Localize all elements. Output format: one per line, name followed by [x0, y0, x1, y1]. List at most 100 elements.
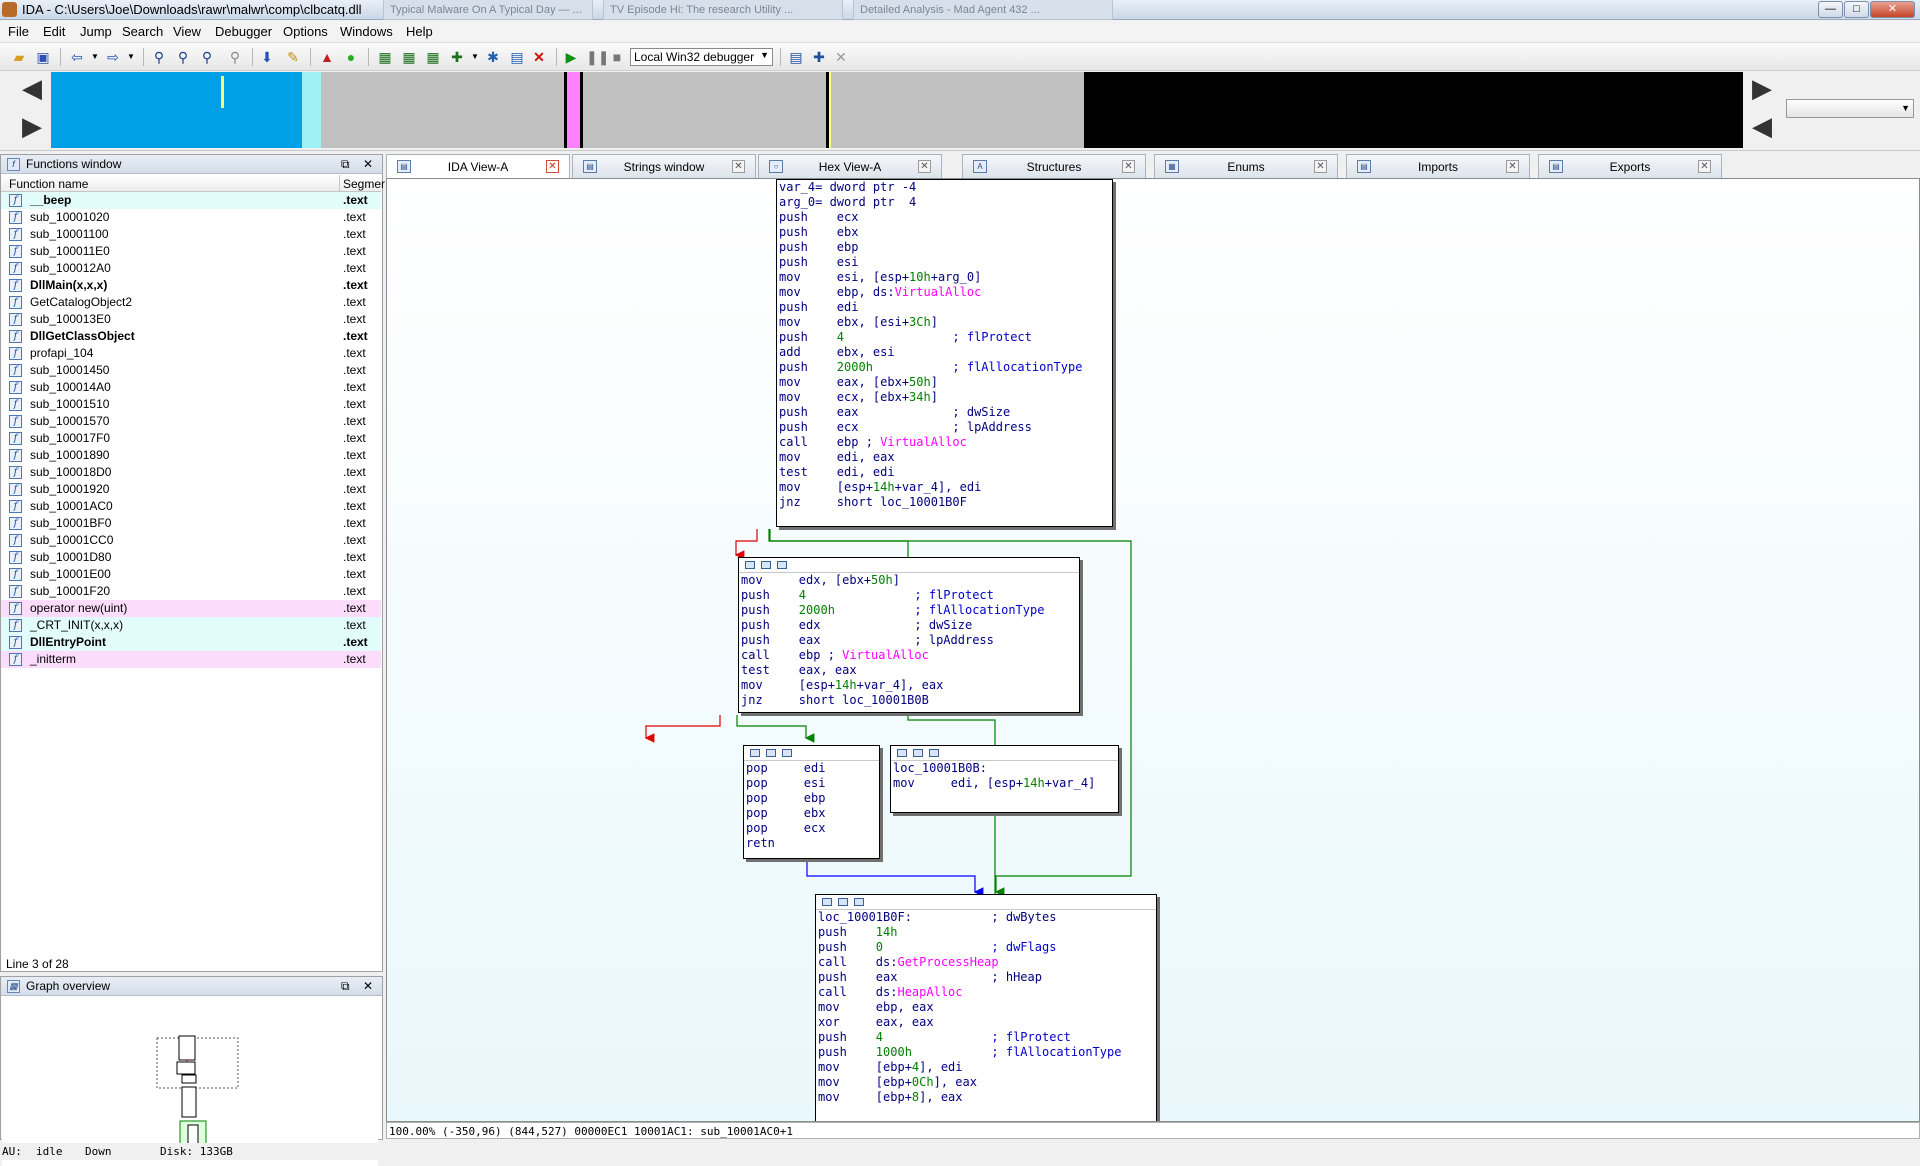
- overview-viewport[interactable]: [156, 1037, 239, 1089]
- asm-line[interactable]: push esi: [777, 255, 1112, 270]
- function-row[interactable]: f _CRT_INIT(x,x,x) .text: [1, 617, 381, 634]
- close-icon[interactable]: ✕: [1122, 160, 1135, 173]
- asm-line[interactable]: push eax ; hHeap: [816, 970, 1156, 985]
- search-next-icon[interactable]: ⚲: [198, 48, 216, 66]
- stop-icon[interactable]: ■: [608, 48, 626, 66]
- asm-line[interactable]: mov [esp+14h+var_4], eax: [739, 678, 1079, 693]
- graph-node-fail-return[interactable]: pop edi pop esi pop ebp pop ebx pop ecx retn: [743, 745, 880, 859]
- save-icon[interactable]: ▣: [34, 48, 52, 66]
- asm-line[interactable]: push eax ; dwSize: [777, 405, 1112, 420]
- patch-icon[interactable]: ✱: [484, 48, 502, 66]
- asm-line[interactable]: retn: [744, 836, 879, 851]
- enum-icon[interactable]: ▦: [400, 48, 418, 66]
- nav-right-icon[interactable]: ▶: [1752, 73, 1772, 104]
- tab-enums[interactable]: ▦ Enums ✕: [1154, 154, 1338, 178]
- back-dropdown-icon[interactable]: ▼: [86, 48, 104, 66]
- script-icon[interactable]: ✚: [448, 48, 466, 66]
- asm-line[interactable]: push ecx: [777, 210, 1112, 225]
- asm-line[interactable]: mov [esp+14h+var_4], edi: [777, 480, 1112, 495]
- detach-icon[interactable]: ✕: [832, 48, 850, 66]
- asm-line[interactable]: pop edi: [744, 761, 879, 776]
- column-function-name[interactable]: Function name: [9, 177, 88, 191]
- asm-line[interactable]: var_4= dword ptr -4: [777, 180, 1112, 195]
- function-row[interactable]: f sub_10001570 .text: [1, 413, 381, 430]
- asm-line[interactable]: push 4 ; flProtect: [777, 330, 1112, 345]
- node-header[interactable]: [739, 558, 1079, 573]
- breakpoint-icon[interactable]: ▤: [787, 48, 805, 66]
- node-group-icon[interactable]: [766, 749, 776, 757]
- asm-line[interactable]: mov [ebp+0Ch], eax: [816, 1075, 1156, 1090]
- function-row[interactable]: f sub_10001100 .text: [1, 226, 381, 243]
- graph-overview-canvas[interactable]: [2, 998, 378, 1166]
- asm-line[interactable]: pop ecx: [744, 821, 879, 836]
- function-row[interactable]: f sub_10001AC0 .text: [1, 498, 381, 515]
- graph-icon[interactable]: ▲: [318, 48, 336, 66]
- asm-line[interactable]: push 1000h ; flAllocationType: [816, 1045, 1156, 1060]
- asm-line[interactable]: mov ebp, ds:VirtualAlloc: [777, 285, 1112, 300]
- function-row[interactable]: f sub_100014A0 .text: [1, 379, 381, 396]
- debugger-select[interactable]: Local Win32 debugger ▼: [630, 48, 773, 66]
- function-row[interactable]: f operator new(uint) .text: [1, 600, 381, 617]
- background-window-tab[interactable]: TV Episode Hi: The research Utility ...: [603, 0, 843, 20]
- tab-structures[interactable]: A Structures ✕: [962, 154, 1146, 178]
- asm-line[interactable]: push edx ; dwSize: [739, 618, 1079, 633]
- asm-line[interactable]: mov [ebp+4], edi: [816, 1060, 1156, 1075]
- nav-right-icon[interactable]: ▶: [22, 111, 42, 142]
- asm-line[interactable]: push 0 ; dwFlags: [816, 940, 1156, 955]
- menu-view[interactable]: View: [173, 24, 201, 39]
- tab-exports[interactable]: ▤ Exports ✕: [1538, 154, 1722, 178]
- asm-line[interactable]: pop ebp: [744, 791, 879, 806]
- node-group-icon[interactable]: [761, 561, 771, 569]
- asm-line[interactable]: call ebp ; VirtualAlloc: [777, 435, 1112, 450]
- function-row[interactable]: f sub_10001F20 .text: [1, 583, 381, 600]
- asm-line[interactable]: push 4 ; flProtect: [739, 588, 1079, 603]
- script-dropdown-icon[interactable]: ▼: [466, 48, 484, 66]
- segment-dropdown[interactable]: ▼: [1786, 99, 1914, 118]
- node-header[interactable]: [891, 746, 1118, 761]
- function-row[interactable]: f sub_10001450 .text: [1, 362, 381, 379]
- close-icon[interactable]: ✕: [918, 160, 931, 173]
- node-header[interactable]: [744, 746, 879, 761]
- node-color-icon[interactable]: [822, 898, 832, 906]
- graph-node-entry[interactable]: var_4= dword ptr -4 arg_0= dword ptr 4 pus…: [776, 179, 1113, 527]
- asm-line[interactable]: push edi: [777, 300, 1112, 315]
- menu-debugger[interactable]: Debugger: [215, 24, 272, 39]
- menu-jump[interactable]: Jump: [80, 24, 112, 39]
- function-row[interactable]: f sub_10001020 .text: [1, 209, 381, 226]
- node-rename-icon[interactable]: [929, 749, 939, 757]
- float-window-icon[interactable]: ⧉: [341, 157, 350, 172]
- nav-left-icon[interactable]: ◀: [22, 73, 42, 104]
- tab-hex-view-a[interactable]: ○ Hex View-A ✕: [758, 154, 942, 178]
- search-prev-icon[interactable]: ⚲: [226, 48, 244, 66]
- close-icon[interactable]: ✕: [546, 160, 559, 173]
- node-color-icon[interactable]: [897, 749, 907, 757]
- column-segment[interactable]: Segmer: [343, 177, 385, 191]
- asm-line[interactable]: push 2000h ; flAllocationType: [739, 603, 1079, 618]
- node-rename-icon[interactable]: [854, 898, 864, 906]
- close-icon[interactable]: ✕: [732, 160, 745, 173]
- mark-icon[interactable]: ✎: [284, 48, 302, 66]
- menu-edit[interactable]: Edit: [43, 24, 65, 39]
- asm-line[interactable]: loc_10001B0B:: [891, 761, 1118, 776]
- node-rename-icon[interactable]: [782, 749, 792, 757]
- tab-strings-window[interactable]: ▤ Strings window ✕: [572, 154, 756, 178]
- asm-line[interactable]: pop esi: [744, 776, 879, 791]
- run-icon[interactable]: ▶: [562, 48, 580, 66]
- open-icon[interactable]: ▰: [10, 48, 28, 66]
- function-row[interactable]: f sub_10001E00 .text: [1, 566, 381, 583]
- nav-left-icon[interactable]: ◀: [1752, 111, 1772, 142]
- function-row[interactable]: f __beep .text: [1, 192, 381, 209]
- binary-search-icon[interactable]: ⚲: [150, 48, 168, 66]
- asm-line[interactable]: jnz short loc_10001B0F: [777, 495, 1112, 510]
- close-icon[interactable]: ✕: [1314, 160, 1327, 173]
- asm-line[interactable]: jnz short loc_10001B0B: [739, 693, 1079, 708]
- asm-line[interactable]: add ebx, esi: [777, 345, 1112, 360]
- asm-line[interactable]: mov ebp, eax: [816, 1000, 1156, 1015]
- text-search-icon[interactable]: ⚲: [174, 48, 192, 66]
- asm-line[interactable]: call ds:GetProcessHeap: [816, 955, 1156, 970]
- minimize-button[interactable]: —: [1818, 1, 1843, 18]
- function-row[interactable]: f sub_100012A0 .text: [1, 260, 381, 277]
- asm-line[interactable]: push 2000h ; flAllocationType: [777, 360, 1112, 375]
- background-window-tab[interactable]: Typical Malware On A Typical Day — ...: [383, 0, 593, 20]
- tab-imports[interactable]: ▤ Imports ✕: [1346, 154, 1530, 178]
